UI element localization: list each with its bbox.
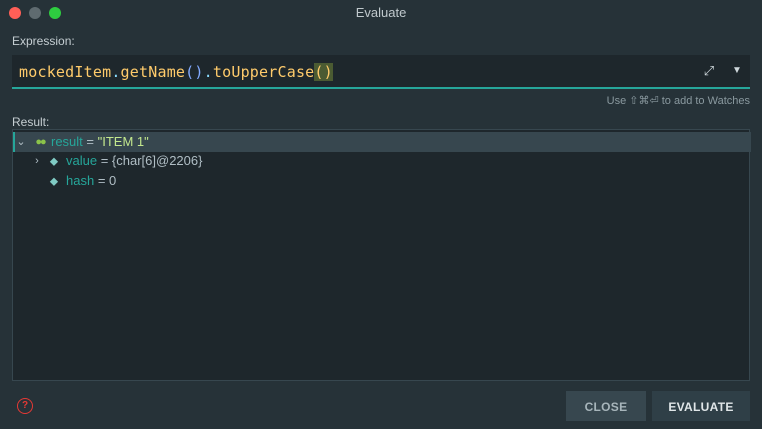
result-label: Result: (12, 115, 50, 129)
tree-row-name: value (66, 153, 98, 168)
tree-row-equals: = (97, 153, 112, 168)
dropdown-icon[interactable]: ▼ (730, 63, 744, 79)
expression-dot: . (111, 63, 121, 81)
help-icon[interactable]: ? (17, 398, 33, 414)
expression-text[interactable]: mockedItem.getName().toUpperCase() (19, 63, 333, 81)
tree-row-name: hash (66, 173, 95, 188)
result-tree[interactable]: ⌄ ●● result = "ITEM 1" › ⬥ value = {char… (12, 129, 751, 381)
title-bar: Evaluate (0, 0, 762, 26)
tree-row-result[interactable]: ⌄ ●● result = "ITEM 1" (13, 132, 751, 152)
chevron-right-icon[interactable]: › (31, 151, 43, 171)
expand-icon[interactable]: ⤢ (701, 63, 717, 79)
tag-icon: ⬥ (49, 174, 59, 188)
window-title: Evaluate (355, 5, 407, 20)
expression-parens: () (185, 63, 204, 81)
tree-row-equals: = (94, 173, 110, 188)
tag-icon: ⬥ (49, 154, 59, 168)
expression-parens-highlighted: () (314, 63, 333, 81)
glasses-icon: ●● (35, 136, 46, 148)
close-button[interactable]: CLOSE (566, 391, 646, 421)
expression-input[interactable]: mockedItem.getName().toUpperCase() ⤢ ▼ (12, 55, 750, 89)
expression-method: getName (120, 63, 186, 81)
tree-row-value: 0 (109, 173, 117, 188)
tree-row-value-field[interactable]: › ⬥ value = {char[6]@2206} (13, 151, 749, 171)
tree-row-value: {char[6]@2206} (111, 153, 203, 168)
tree-row-equals: = (82, 134, 98, 149)
watches-hint: Use ⇧⌘⏎ to add to Watches (606, 95, 750, 107)
tree-row-hash-field[interactable]: ⬥ hash = 0 (13, 171, 749, 191)
expression-variable: mockedItem (19, 63, 112, 81)
tree-row-value: "ITEM 1" (97, 134, 149, 149)
expression-label: Expression: (12, 34, 75, 48)
expression-dot: . (203, 63, 213, 81)
evaluate-button[interactable]: EVALUATE (652, 391, 750, 421)
expression-method: toUpperCase (212, 63, 315, 81)
tree-row-name: result (51, 134, 83, 149)
chevron-down-icon[interactable]: ⌄ (15, 132, 27, 152)
